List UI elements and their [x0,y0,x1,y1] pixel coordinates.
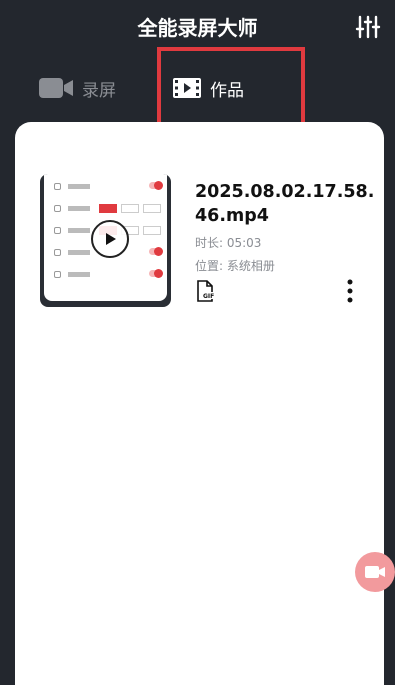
video-file-name: 2025.08.02.17.58.46.mp4 [195,182,375,226]
convert-gif-button[interactable]: GIF [194,280,216,302]
sliders-icon [355,15,381,39]
gif-file-icon: GIF [197,280,215,302]
top-bar: 全能录屏大师 [0,0,395,52]
app-title: 全能录屏大师 [137,16,258,40]
floating-record-button[interactable] [355,552,395,592]
more-options-button[interactable] [345,278,355,304]
settings-sliders-button[interactable] [355,14,381,40]
video-location: 位置: 系统相册 [195,259,275,273]
tab-record-label: 录屏 [82,80,116,101]
thumb-row [44,200,167,218]
video-list-card: 2025.08.02.17.58.46.mp4 时长: 05:03 位置: 系统… [15,122,384,685]
svg-text:GIF: GIF [203,293,214,300]
tab-record[interactable]: 录屏 [38,74,116,102]
play-icon [106,233,116,245]
thumb-row [44,178,167,196]
video-duration: 时长: 05:03 [195,236,262,250]
thumb-row [44,266,167,284]
more-vertical-icon [347,279,353,303]
video-thumbnail[interactable] [40,174,171,307]
video-camera-icon [39,78,73,98]
floating-camera-icon [365,566,385,578]
thumbnail-screen [44,174,167,301]
play-button[interactable] [91,220,129,258]
